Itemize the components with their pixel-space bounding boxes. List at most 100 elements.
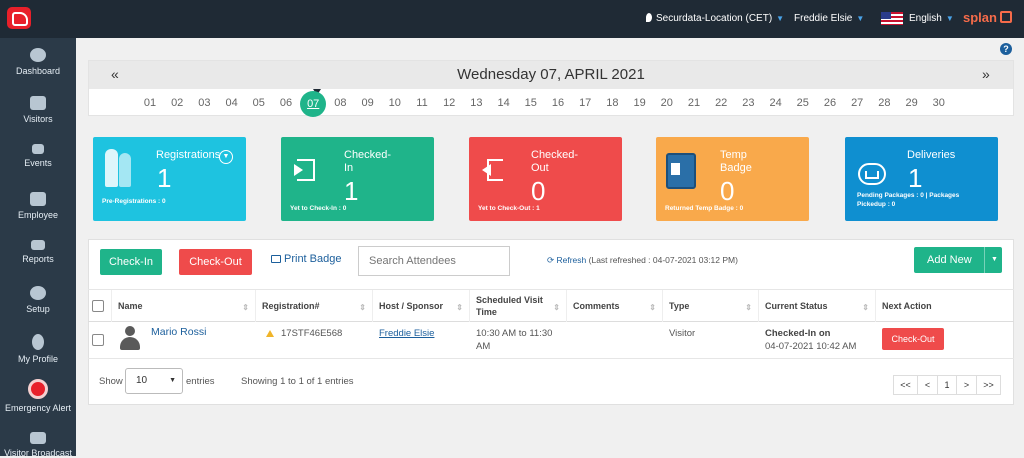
person-icon — [105, 149, 118, 187]
day-item[interactable]: 19 — [630, 97, 650, 109]
day-item[interactable]: 21 — [684, 97, 704, 109]
refresh-link[interactable]: Refresh — [557, 255, 587, 265]
day-item[interactable]: 14 — [494, 97, 514, 109]
column-header-scheduled-time[interactable]: Scheduled Visit Time ⇕ — [470, 290, 567, 322]
day-item[interactable]: 23 — [738, 97, 758, 109]
visitors-icon — [30, 96, 46, 110]
entries-select[interactable]: 10 ▼ — [125, 368, 183, 394]
location-selector[interactable]: Securdata-Location (CET) ▼ — [646, 13, 784, 24]
checked-in-card[interactable]: Checked- In 1 Yet to Check-In : 0 — [281, 137, 434, 221]
search-attendees-input[interactable] — [358, 246, 510, 276]
check-out-button[interactable]: Check-Out — [179, 249, 252, 275]
day-item[interactable]: 22 — [711, 97, 731, 109]
day-item[interactable]: 04 — [222, 97, 242, 109]
day-item[interactable]: 12 — [439, 97, 459, 109]
sidebar-item-label: Visitor Broadcast — [4, 448, 72, 458]
scheduled-time-line1: 10:30 AM to 11:30 — [476, 328, 553, 339]
sidebar-item-label: My Profile — [17, 354, 58, 364]
sort-icon[interactable]: ⇕ — [456, 302, 463, 314]
day-item[interactable]: 24 — [766, 97, 786, 109]
sort-icon[interactable]: ⇕ — [745, 302, 752, 314]
day-item[interactable]: 01 — [140, 97, 160, 109]
sidebar-item-label: Visitors — [23, 114, 53, 124]
day-item[interactable]: 08 — [330, 97, 350, 109]
last-page-button[interactable]: >> — [976, 375, 1001, 395]
day-item[interactable]: 09 — [358, 97, 378, 109]
registration-number: 17STF46E568 — [281, 328, 343, 339]
day-item[interactable]: 20 — [657, 97, 677, 109]
column-header-comments[interactable]: Comments ⇕ — [567, 290, 663, 322]
prev-page-button[interactable]: < — [917, 375, 938, 395]
sort-icon[interactable]: ⇕ — [359, 302, 366, 314]
sidebar-item-visitors[interactable]: Visitors — [0, 96, 76, 124]
chevron-down-icon[interactable]: ▼ — [219, 150, 233, 164]
day-item[interactable]: 02 — [167, 97, 187, 109]
day-item[interactable]: 27 — [847, 97, 867, 109]
help-icon[interactable]: ? — [1000, 43, 1012, 55]
select-all-checkbox[interactable] — [92, 300, 104, 312]
column-header-status[interactable]: Current Status ⇕ — [759, 290, 876, 322]
column-header-type[interactable]: Type ⇕ — [663, 290, 759, 322]
card-subtext: Returned Temp Badge : 0 — [665, 205, 744, 212]
column-label: Next Action — [882, 301, 932, 311]
host-link[interactable]: Freddie Elsie — [379, 327, 434, 340]
attendee-name[interactable]: Mario Rossi — [151, 326, 206, 339]
day-item[interactable]: 11 — [412, 97, 432, 109]
chevron-down-icon: ▼ — [984, 247, 998, 273]
day-item[interactable]: 10 — [385, 97, 405, 109]
page-1-button[interactable]: 1 — [937, 375, 957, 395]
sidebar-item-events[interactable]: Events — [0, 144, 76, 168]
day-item[interactable]: 05 — [249, 97, 269, 109]
print-badge-button[interactable]: Print Badge — [271, 253, 341, 265]
day-item[interactable]: 26 — [820, 97, 840, 109]
column-header-name[interactable]: Name ⇕ — [112, 290, 256, 322]
person-icon — [119, 153, 131, 187]
sort-icon[interactable]: ⇕ — [649, 302, 656, 314]
checked-out-card[interactable]: Checked- Out 0 Yet to Check-Out : 1 — [469, 137, 622, 221]
day-selected[interactable]: 07 — [300, 91, 327, 117]
inbox-tray — [865, 171, 879, 179]
row-checkbox[interactable] — [92, 334, 104, 346]
sort-icon[interactable]: ⇕ — [553, 302, 560, 314]
day-item[interactable]: 28 — [874, 97, 894, 109]
sidebar-item-employee[interactable]: Employee — [0, 192, 76, 220]
next-page-button[interactable]: > — [956, 375, 977, 395]
day-item[interactable]: 17 — [575, 97, 595, 109]
user-menu[interactable]: Freddie Elsie ▼ — [794, 13, 864, 24]
card-title-line2: Badge — [720, 162, 752, 174]
sidebar-item-dashboard[interactable]: Dashboard — [0, 48, 76, 76]
column-label-line2: Time — [476, 307, 497, 317]
day-item[interactable]: 16 — [548, 97, 568, 109]
app-logo[interactable] — [7, 7, 31, 29]
add-new-label: Add New — [927, 254, 972, 266]
next-month-button[interactable]: » — [982, 66, 990, 82]
row-check-out-button[interactable]: Check-Out — [882, 328, 944, 350]
registrations-card[interactable]: Registrations ▼ 1 Pre-Registrations : 0 — [93, 137, 246, 221]
add-new-button[interactable]: Add New ▼ — [914, 247, 1002, 273]
sidebar-item-visitor-broadcast[interactable]: Visitor Broadcast — [0, 432, 76, 458]
sort-icon[interactable]: ⇕ — [862, 302, 869, 314]
column-header-host[interactable]: Host / Sponsor ⇕ — [373, 290, 470, 322]
sidebar-item-my-profile[interactable]: My Profile — [0, 334, 76, 364]
temp-badge-card[interactable]: Temp Badge 0 Returned Temp Badge : 0 — [656, 137, 809, 221]
refresh-icon[interactable]: ⟳ — [547, 255, 554, 265]
sidebar-item-emergency-alert[interactable]: Emergency Alert — [0, 379, 76, 413]
sort-icon[interactable]: ⇕ — [242, 302, 249, 314]
day-item[interactable]: 06 — [276, 97, 296, 109]
sidebar-item-setup[interactable]: Setup — [0, 286, 76, 314]
sidebar-item-reports[interactable]: Reports — [0, 240, 76, 264]
language-selector[interactable]: English ▼ — [881, 12, 954, 25]
day-item[interactable]: 15 — [521, 97, 541, 109]
day-item[interactable]: 18 — [602, 97, 622, 109]
day-item[interactable]: 29 — [902, 97, 922, 109]
day-item[interactable]: 30 — [929, 97, 949, 109]
column-header-registration[interactable]: Registration# ⇕ — [256, 290, 373, 322]
card-title: Registrations — [156, 149, 221, 161]
deliveries-card[interactable]: Deliveries 1 Pending Packages : 0 | Pack… — [845, 137, 998, 221]
day-item[interactable]: 25 — [793, 97, 813, 109]
day-item[interactable]: 03 — [194, 97, 214, 109]
first-page-button[interactable]: << — [893, 375, 918, 395]
day-item[interactable]: 13 — [466, 97, 486, 109]
check-in-button[interactable]: Check-In — [100, 249, 162, 275]
sidebar-item-label: Events — [24, 158, 52, 168]
